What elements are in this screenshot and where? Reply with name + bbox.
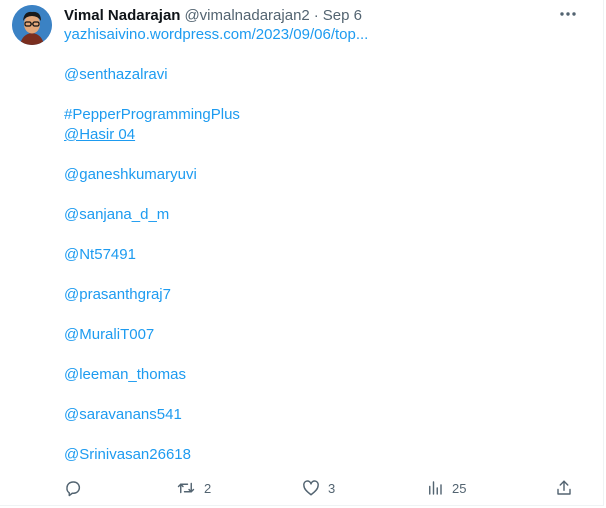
views-button[interactable]: 25 xyxy=(426,476,466,500)
hashtag-link[interactable]: #PepperProgrammingPlus xyxy=(64,105,240,125)
like-count: 3 xyxy=(328,480,336,496)
retweet-count: 2 xyxy=(204,480,212,496)
author-handle[interactable]: @vimalnadarajan2 xyxy=(184,7,309,24)
mention-link[interactable]: @leeman_thomas xyxy=(64,365,186,385)
retweet-button[interactable]: 2 xyxy=(176,476,211,500)
views-count: 25 xyxy=(452,480,467,496)
retweet-icon xyxy=(176,479,196,497)
mention-link[interactable]: @Nt57491 xyxy=(64,245,136,265)
views-icon xyxy=(426,479,444,497)
share-button[interactable] xyxy=(555,476,573,500)
tweet-actions-bar: 2 3 25 xyxy=(64,476,584,500)
reply-icon xyxy=(64,479,82,497)
heart-icon xyxy=(302,479,320,497)
share-icon xyxy=(555,479,573,497)
separator-dot: · xyxy=(313,6,319,24)
tweet-date[interactable]: Sep 6 xyxy=(323,7,362,24)
mention-link[interactable]: @senthazalravi xyxy=(64,65,168,85)
mention-link[interactable]: @saravanans541 xyxy=(64,405,182,425)
more-options-icon[interactable] xyxy=(556,4,580,24)
mention-link[interactable]: @Hasir 04 xyxy=(64,125,135,145)
tweet-header: Vimal Nadarajan @vimalnadarajan2 · Sep 6 xyxy=(64,5,362,25)
like-button[interactable]: 3 xyxy=(302,476,335,500)
mention-link[interactable]: @ganeshkumaryuvi xyxy=(64,165,197,185)
tweet-link[interactable]: yazhisaivino.wordpress.com/2023/09/06/to… xyxy=(64,25,368,45)
tweet-card[interactable]: Vimal Nadarajan @vimalnadarajan2 · Sep 6… xyxy=(0,0,604,506)
mention-link[interactable]: @Srinivasan26618 xyxy=(64,445,191,465)
author-display-name[interactable]: Vimal Nadarajan xyxy=(64,7,180,24)
mention-link[interactable]: @sanjana_d_m xyxy=(64,205,169,225)
reply-button[interactable] xyxy=(64,476,82,500)
mention-link[interactable]: @prasanthgraj7 xyxy=(64,285,171,305)
avatar[interactable] xyxy=(12,5,52,45)
mention-link[interactable]: @MuraliT007 xyxy=(64,325,154,345)
